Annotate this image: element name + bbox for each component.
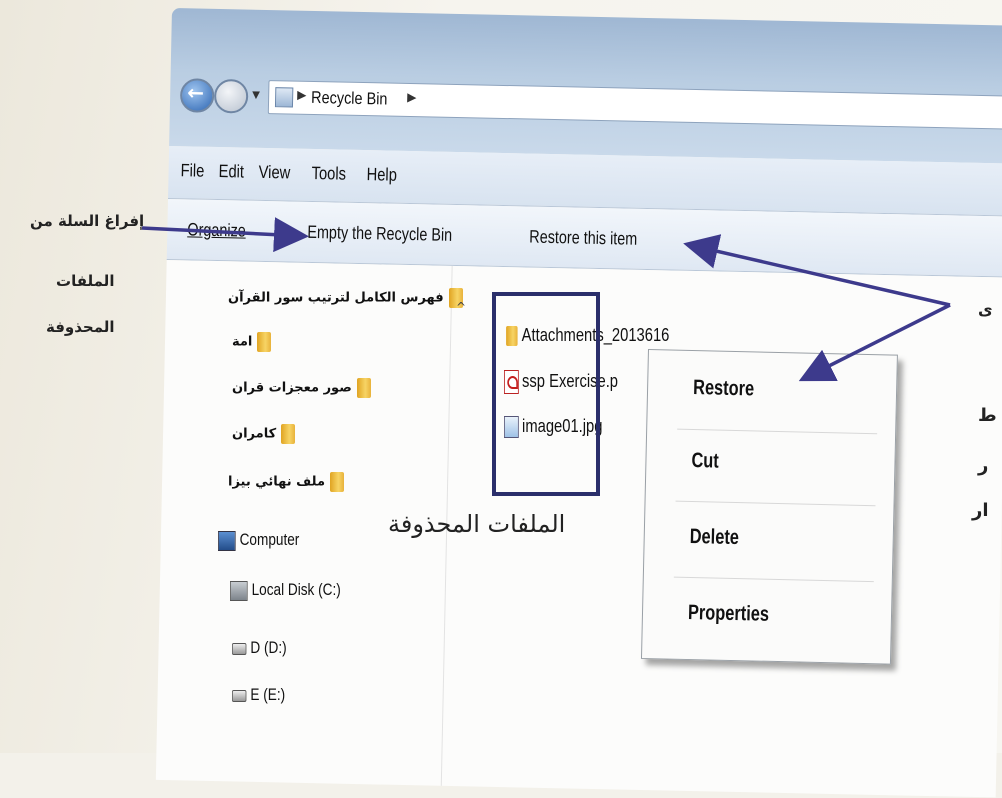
arrow-to-restore-menu <box>798 303 951 382</box>
arrow-to-restore-item <box>683 234 951 307</box>
annotation-arrows <box>141 217 951 382</box>
arrow-to-empty-bin <box>141 217 309 253</box>
